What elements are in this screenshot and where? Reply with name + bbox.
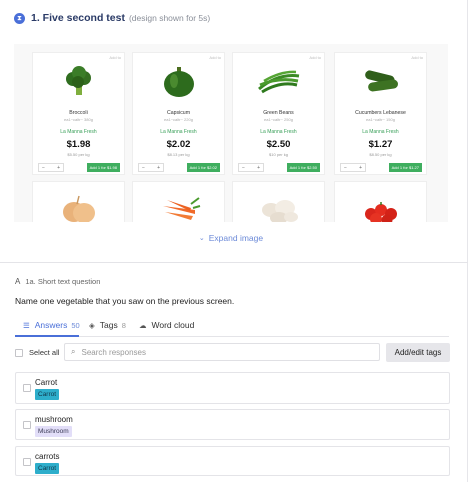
tab-tags-count: 8 (121, 320, 126, 330)
card-tag: Add to (411, 55, 423, 60)
tab-answers-count: 50 (71, 320, 80, 330)
search-box: ⌕ (64, 343, 380, 361)
quantity-stepper: − + (38, 163, 64, 172)
search-input[interactable] (81, 347, 362, 357)
design-preview-image[interactable]: Add to Broccoli ea1~caltr~ 380g La Manna… (14, 44, 448, 222)
card-tag: Add to (209, 55, 221, 60)
product-card-cucumbers: Add to Cucumbers Lebanese ea1~caltr~ 150… (334, 52, 427, 175)
response-row: carrots Carrot (15, 446, 450, 476)
panel-border (467, 0, 468, 482)
product-card-green-beans: Add to Green Beans ea1~caltr~ 250g La Ma… (232, 52, 325, 175)
section-divider (0, 262, 468, 263)
response-text: Carrot (35, 378, 58, 387)
add-to-cart-button: Add 1 for $1.27 (388, 163, 422, 172)
response-text: mushroom (35, 415, 73, 424)
product-card-capsicum: Add to Capsicum ea1~caltr~ 220g La Manna… (132, 52, 225, 175)
chevron-down-icon: ⌄ (198, 235, 205, 242)
quantity-stepper: − + (238, 163, 264, 172)
active-tab-indicator (15, 335, 79, 337)
list-icon: ☰ (23, 320, 30, 330)
product-unit-price: $10 per kg (269, 152, 288, 157)
green-beans-image (233, 63, 324, 101)
select-all-checkbox[interactable] (15, 348, 23, 357)
quantity-stepper: − + (138, 163, 164, 172)
response-checkbox[interactable] (23, 421, 31, 429)
product-card-broccoli: Add to Broccoli ea1~caltr~ 380g La Manna… (32, 52, 125, 175)
carrot-image (133, 190, 224, 222)
product-unit-price: $5.50 per kg (67, 152, 90, 157)
tab-answers-label: Answers (34, 320, 68, 330)
question-number-label: 1a. Short text question (25, 277, 101, 286)
tab-tags-label: Tags (99, 320, 118, 330)
select-all-control[interactable]: Select all (15, 348, 59, 357)
search-icon: ⌕ (71, 347, 76, 356)
tag-chip-carrot[interactable]: Carrot (35, 389, 60, 400)
product-price: $2.02 (166, 139, 191, 150)
cloud-icon: ☁ (139, 320, 147, 330)
product-price: $2.50 (266, 139, 291, 150)
tab-word-cloud-label: Word cloud (151, 320, 195, 330)
card-tag: Add to (309, 55, 321, 60)
product-name: Broccoli (69, 110, 88, 116)
response-checkbox[interactable] (23, 384, 31, 392)
product-card-mushroom (232, 181, 325, 222)
add-to-cart-button: Add 1 for $2.50 (286, 163, 320, 172)
response-text: carrots (35, 452, 60, 461)
product-card-onion (32, 181, 125, 222)
product-price: $1.98 (66, 139, 91, 150)
tag-chip-mushroom[interactable]: Mushroom (35, 426, 72, 437)
capsicum-image (133, 63, 224, 101)
add-to-cart-button: Add 1 for $2.02 (186, 163, 220, 172)
product-name: Green Beans (263, 110, 294, 116)
product-sub: ea1~caltr~ 380g (64, 117, 93, 122)
tab-answers[interactable]: ☰ Answers 50 (23, 320, 80, 330)
question-type-label: A 1a. Short text question (15, 277, 100, 286)
response-row: mushroom Mushroom (15, 409, 450, 440)
broccoli-image (33, 63, 124, 101)
product-sub: ea1~caltr~ 220g (164, 117, 193, 122)
product-card-carrot (132, 181, 225, 222)
tomato-image (335, 190, 426, 222)
product-name: Capsicum (166, 110, 191, 116)
test-title: 1. Five second test (31, 12, 125, 24)
tab-tags[interactable]: ◈ Tags 8 (89, 320, 126, 330)
product-unit-price: $8.50 per kg (369, 152, 392, 157)
product-brand: La Manna Fresh (260, 129, 297, 135)
product-card-tomato (334, 181, 427, 222)
expand-image-button[interactable]: ⌄ Expand image (0, 233, 462, 243)
response-row: Carrot Carrot (15, 372, 450, 404)
text-format-icon: A (15, 277, 21, 286)
product-brand: La Manna Fresh (362, 129, 399, 135)
add-edit-tags-button[interactable]: Add/edit tags (386, 343, 450, 362)
quantity-stepper: − + (340, 163, 366, 172)
product-sub: ea1~caltr~ 150g (366, 117, 395, 122)
onion-image (33, 190, 124, 222)
product-brand: La Manna Fresh (60, 129, 97, 135)
test-subtitle: (design shown for 5s) (128, 13, 211, 23)
card-tag: Add to (109, 55, 121, 60)
question-text: Name one vegetable that you saw on the p… (15, 296, 235, 306)
tag-icon: ◈ (89, 320, 95, 330)
results-tabs: ☰ Answers 50 ◈ Tags 8 ☁ Word cloud (15, 317, 449, 337)
expand-image-label: Expand image (208, 233, 264, 243)
tab-word-cloud[interactable]: ☁ Word cloud (139, 320, 194, 330)
product-brand: La Manna Fresh (160, 129, 197, 135)
product-sub: ea1~caltr~ 250g (264, 117, 293, 122)
test-header: ⧗ 1. Five second test (design shown for … (14, 11, 210, 25)
add-to-cart-button: Add 1 for $1.98 (86, 163, 120, 172)
mushroom-image (233, 190, 324, 222)
product-price: $1.27 (368, 139, 393, 150)
product-unit-price: $8.13 per kg (167, 152, 190, 157)
hourglass-icon: ⧗ (14, 12, 25, 24)
product-name: Cucumbers Lebanese (355, 110, 406, 116)
response-checkbox[interactable] (23, 458, 31, 466)
tag-chip-carrot[interactable]: Carrot (35, 463, 60, 474)
select-all-label: Select all (29, 348, 60, 357)
cucumber-image (335, 63, 426, 101)
